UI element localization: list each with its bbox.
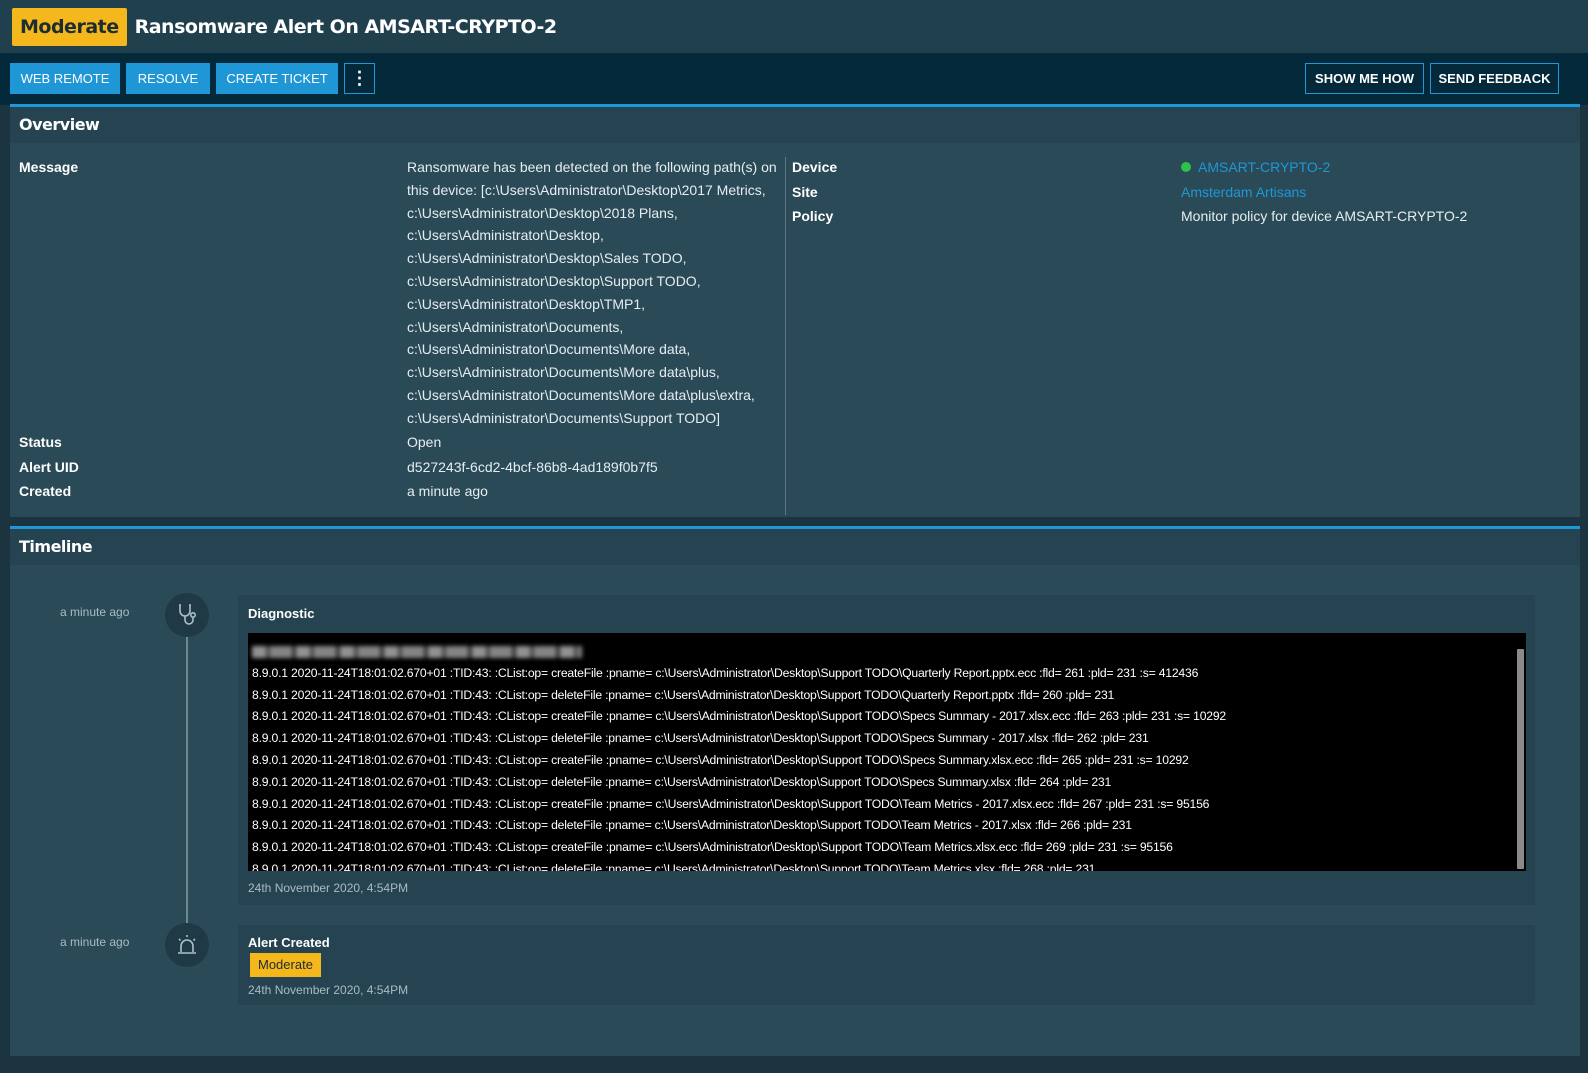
overview-panel: Overview Message Ransomware has been det… (10, 104, 1580, 517)
device-value: AMSART-CRYPTO-2 (1181, 156, 1330, 179)
severity-chip: Moderate (250, 953, 321, 977)
message-line: c:\Users\Administrator\Desktop\TMP1, (407, 295, 646, 312)
diagnostic-log[interactable]: 8.9.0.1 2020-11-24T18:01:02.670+01 :TID:… (248, 633, 1526, 871)
overview-heading: Overview (10, 107, 1580, 143)
log-line: 8.9.0.1 2020-11-24T18:01:02.670+01 :TID:… (252, 861, 1096, 871)
create-ticket-button[interactable]: CREATE TICKET (216, 63, 338, 94)
event-icon-badge (165, 593, 209, 637)
status-value: Open (407, 434, 442, 450)
policy-label: Policy (792, 208, 834, 224)
alert-created-card: Alert Created Moderate 24th November 202… (238, 925, 1535, 1005)
status-label: Status (19, 434, 62, 450)
message-value: Ransomware has been detected on the foll… (407, 156, 782, 430)
site-link[interactable]: Amsterdam Artisans (1181, 181, 1306, 204)
more-actions-button[interactable]: ⋮ (344, 63, 375, 94)
event-date: 24th November 2020, 4:54PM (248, 983, 409, 997)
event-title: Diagnostic (248, 606, 315, 621)
log-line: 8.9.0.1 2020-11-24T18:01:02.670+01 :TID:… (252, 709, 1227, 724)
timeline-connector (186, 633, 188, 925)
log-line: 8.9.0.1 2020-11-24T18:01:02.670+01 :TID:… (252, 818, 1132, 833)
created-value: a minute ago (407, 483, 488, 499)
action-toolbar: WEB REMOTE RESOLVE CREATE TICKET ⋮ SHOW … (0, 53, 1588, 105)
timeline-heading: Timeline (10, 529, 1580, 565)
message-line: c:\Users\Administrator\Desktop\Support T… (407, 272, 701, 289)
event-time: a minute ago (60, 935, 130, 949)
event-icon-badge (165, 923, 209, 967)
resolve-button[interactable]: RESOLVE (126, 63, 210, 94)
log-line: 8.9.0.1 2020-11-24T18:01:02.670+01 :TID:… (252, 840, 1173, 855)
event-title: Alert Created (248, 935, 330, 950)
log-line: 8.9.0.1 2020-11-24T18:01:02.670+01 :TID:… (252, 752, 1189, 767)
message-line: c:\Users\Administrator\Desktop\Sales TOD… (407, 250, 687, 267)
message-label: Message (19, 159, 79, 175)
message-line: Ransomware has been detected on the foll… (407, 159, 777, 175)
stethoscope-icon (179, 604, 196, 625)
alert-header: Moderate Ransomware Alert On AMSART-CRYP… (0, 0, 1588, 53)
event-date: 24th November 2020, 4:54PM (248, 881, 409, 895)
device-link[interactable]: AMSART-CRYPTO-2 (1198, 159, 1330, 175)
online-status-icon (1181, 162, 1191, 172)
page-title: Ransomware Alert On AMSART-CRYPTO-2 (134, 15, 557, 38)
event-time: a minute ago (60, 605, 130, 619)
alert-uid-label: Alert UID (19, 459, 79, 475)
message-line: c:\Users\Administrator\Documents\More da… (407, 364, 720, 381)
alert-uid-value: d527243f-6cd2-4bcf-86b8-4ad189f0b7f5 (407, 459, 658, 475)
send-feedback-button[interactable]: SEND FEEDBACK (1430, 63, 1559, 94)
message-line: c:\Users\Administrator\Desktop, (407, 227, 604, 244)
diagnostic-card: Diagnostic 8.9.0.1 2020-11-24T18:01:02.6… (238, 595, 1535, 905)
created-label: Created (19, 483, 72, 499)
log-line-redacted (252, 641, 1226, 663)
siren-icon (178, 935, 196, 954)
message-line: c:\Users\Administrator\Documents\More da… (407, 386, 755, 403)
log-line: 8.9.0.1 2020-11-24T18:01:02.670+01 :TID:… (252, 687, 1115, 702)
site-label: Site (792, 184, 818, 200)
severity-badge: Moderate (12, 7, 127, 46)
message-line: c:\Users\Administrator\Documents, (407, 318, 624, 335)
web-remote-button[interactable]: WEB REMOTE (10, 63, 120, 94)
message-line: c:\Users\Administrator\Documents\More da… (407, 341, 691, 358)
log-line: 8.9.0.1 2020-11-24T18:01:02.670+01 :TID:… (252, 731, 1149, 746)
message-line: c:\Users\Administrator\Desktop\2018 Plan… (407, 204, 678, 221)
device-label: Device (792, 159, 838, 175)
policy-value: Monitor policy for device AMSART-CRYPTO-… (1181, 208, 1468, 224)
kebab-menu-icon: ⋮ (350, 68, 369, 88)
log-line: 8.9.0.1 2020-11-24T18:01:02.670+01 :TID:… (252, 665, 1199, 680)
log-line: 8.9.0.1 2020-11-24T18:01:02.670+01 :TID:… (252, 796, 1210, 811)
message-line: c:\Users\Administrator\Documents\Support… (407, 409, 721, 426)
log-scrollbar[interactable] (1517, 649, 1524, 869)
timeline-panel: Timeline a minute ago Diagnostic 8.9.0.1… (10, 526, 1580, 1056)
show-me-how-button[interactable]: SHOW ME HOW (1305, 63, 1424, 94)
overview-divider (785, 157, 786, 515)
log-line: 8.9.0.1 2020-11-24T18:01:02.670+01 :TID:… (252, 774, 1112, 789)
message-line: this device: [c:\Users\Administrator\Des… (407, 181, 766, 198)
